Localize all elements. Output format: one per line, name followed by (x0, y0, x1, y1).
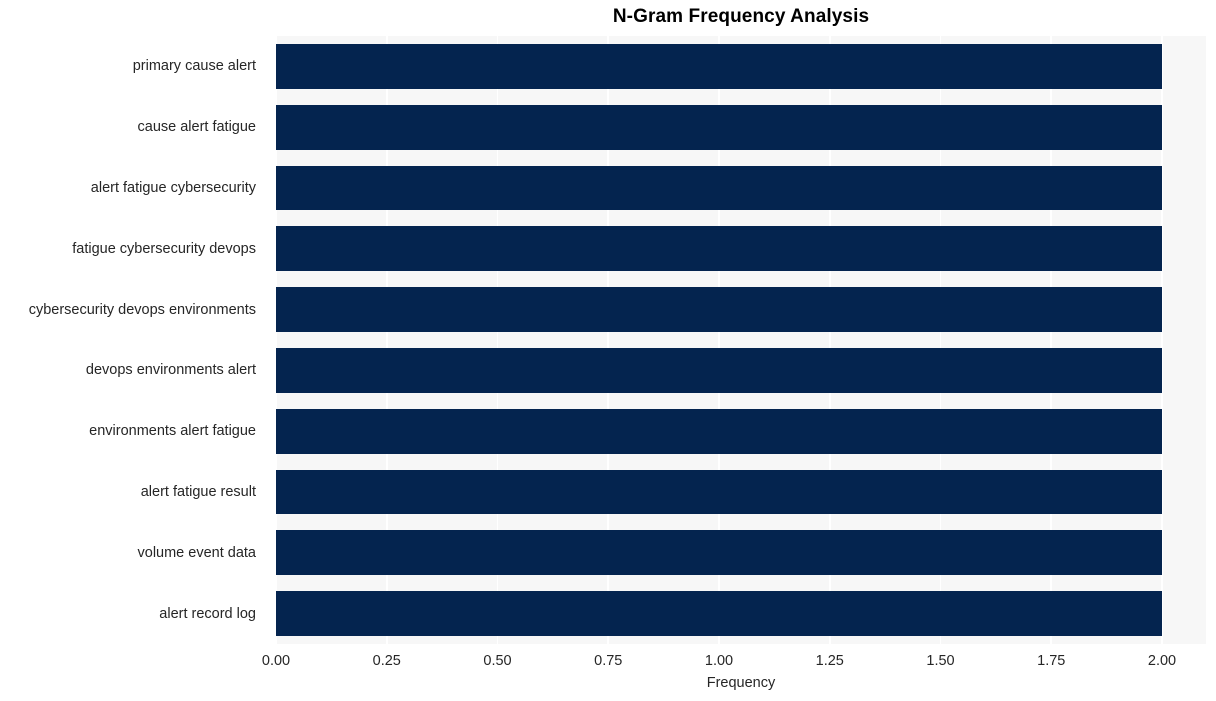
x-tick-label: 1.00 (704, 653, 734, 669)
x-axis-tick-labels: 0.00 0.25 0.50 0.75 1.00 1.25 1.50 1.75 2.00 (0, 0, 1216, 701)
x-tick-label: 1.25 (815, 653, 844, 669)
chart-figure: N-Gram Frequency Analysis primary cause … (0, 0, 1216, 701)
x-axis-label: Frequency (706, 675, 776, 691)
x-tick-label: 1.75 (1037, 653, 1066, 669)
x-tick-label: 1.50 (926, 653, 955, 669)
x-tick-label: 0.25 (372, 653, 401, 669)
x-tick-label: 0.50 (483, 653, 512, 669)
x-tick-label: 2.00 (1147, 653, 1177, 669)
x-tick-label: 0.75 (594, 653, 623, 669)
x-tick-label: 0.00 (261, 653, 291, 669)
